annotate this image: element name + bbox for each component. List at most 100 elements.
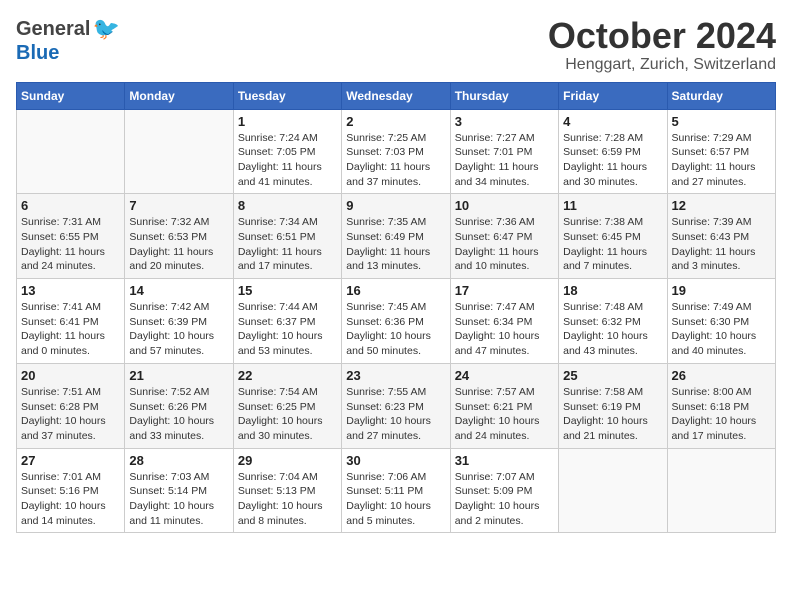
calendar-cell: 9 Sunrise: 7:35 AM Sunset: 6:49 PM Daylig… — [342, 194, 450, 279]
location: Henggart, Zurich, Switzerland — [548, 56, 776, 74]
day-info: Sunrise: 7:35 AM Sunset: 6:49 PM Dayligh… — [346, 215, 445, 274]
day-info: Sunrise: 7:04 AM Sunset: 5:13 PM Dayligh… — [238, 470, 337, 529]
calendar-cell: 15 Sunrise: 7:44 AM Sunset: 6:37 PM Dayli… — [233, 279, 341, 364]
day-info: Sunrise: 7:03 AM Sunset: 5:14 PM Dayligh… — [129, 470, 228, 529]
weekday-header-wednesday: Wednesday — [342, 82, 450, 109]
calendar-cell: 10 Sunrise: 7:36 AM Sunset: 6:47 PM Dayli… — [450, 194, 558, 279]
day-info: Sunrise: 7:27 AM Sunset: 7:01 PM Dayligh… — [455, 131, 554, 190]
calendar-cell: 19 Sunrise: 7:49 AM Sunset: 6:30 PM Dayli… — [667, 279, 775, 364]
day-number: 31 — [455, 453, 554, 468]
logo-bird-icon: 🐦 — [92, 16, 119, 42]
weekday-header-sunday: Sunday — [17, 82, 125, 109]
calendar-cell: 26 Sunrise: 8:00 AM Sunset: 6:18 PM Dayli… — [667, 363, 775, 448]
calendar-cell: 28Sunrise: 7:03 AM Sunset: 5:14 PM Dayli… — [125, 448, 233, 533]
day-number: 7 — [129, 198, 228, 213]
day-info: Sunrise: 7:45 AM Sunset: 6:36 PM Dayligh… — [346, 300, 445, 359]
day-info: Sunrise: 8:00 AM Sunset: 6:18 PM Dayligh… — [672, 385, 771, 444]
day-number: 18 — [563, 283, 662, 298]
calendar-cell: 17Sunrise: 7:47 AM Sunset: 6:34 PM Dayli… — [450, 279, 558, 364]
day-number: 12 — [672, 198, 771, 213]
day-number: 17 — [455, 283, 554, 298]
week-row-2: 6Sunrise: 7:31 AM Sunset: 6:55 PM Daylig… — [17, 194, 776, 279]
day-number: 30 — [346, 453, 445, 468]
calendar-cell: 1 Sunrise: 7:24 AM Sunset: 7:05 PM Daylig… — [233, 109, 341, 194]
calendar-cell — [559, 448, 667, 533]
title-block: October 2024 Henggart, Zurich, Switzerla… — [548, 16, 776, 74]
calendar-cell: 24Sunrise: 7:57 AM Sunset: 6:21 PM Dayli… — [450, 363, 558, 448]
week-row-1: 1 Sunrise: 7:24 AM Sunset: 7:05 PM Daylig… — [17, 109, 776, 194]
weekday-header-tuesday: Tuesday — [233, 82, 341, 109]
day-info: Sunrise: 7:49 AM Sunset: 6:30 PM Dayligh… — [672, 300, 771, 359]
calendar-table: SundayMondayTuesdayWednesdayThursdayFrid… — [16, 82, 776, 534]
day-info: Sunrise: 7:58 AM Sunset: 6:19 PM Dayligh… — [563, 385, 662, 444]
day-info: Sunrise: 7:42 AM Sunset: 6:39 PM Dayligh… — [129, 300, 228, 359]
day-number: 27 — [21, 453, 120, 468]
calendar-cell: 31 Sunrise: 7:07 AM Sunset: 5:09 PM Dayli… — [450, 448, 558, 533]
day-info: Sunrise: 7:25 AM Sunset: 7:03 PM Dayligh… — [346, 131, 445, 190]
calendar-cell: 12Sunrise: 7:39 AM Sunset: 6:43 PM Dayli… — [667, 194, 775, 279]
day-info: Sunrise: 7:24 AM Sunset: 7:05 PM Dayligh… — [238, 131, 337, 190]
calendar-cell: 2 Sunrise: 7:25 AM Sunset: 7:03 PM Daylig… — [342, 109, 450, 194]
calendar-cell: 23 Sunrise: 7:55 AM Sunset: 6:23 PM Dayli… — [342, 363, 450, 448]
logo-blue: Blue — [16, 42, 59, 65]
day-info: Sunrise: 7:48 AM Sunset: 6:32 PM Dayligh… — [563, 300, 662, 359]
calendar-cell: 13 Sunrise: 7:41 AM Sunset: 6:41 PM Dayli… — [17, 279, 125, 364]
day-number: 29 — [238, 453, 337, 468]
day-info: Sunrise: 7:38 AM Sunset: 6:45 PM Dayligh… — [563, 215, 662, 274]
day-info: Sunrise: 7:36 AM Sunset: 6:47 PM Dayligh… — [455, 215, 554, 274]
day-info: Sunrise: 7:32 AM Sunset: 6:53 PM Dayligh… — [129, 215, 228, 274]
weekday-header-saturday: Saturday — [667, 82, 775, 109]
weekday-header-monday: Monday — [125, 82, 233, 109]
calendar-cell — [17, 109, 125, 194]
calendar-cell: 14Sunrise: 7:42 AM Sunset: 6:39 PM Dayli… — [125, 279, 233, 364]
calendar-cell — [125, 109, 233, 194]
calendar-cell: 16 Sunrise: 7:45 AM Sunset: 6:36 PM Dayli… — [342, 279, 450, 364]
day-number: 20 — [21, 368, 120, 383]
day-number: 26 — [672, 368, 771, 383]
day-number: 16 — [346, 283, 445, 298]
logo: General 🐦 Blue — [16, 16, 120, 65]
day-info: Sunrise: 7:54 AM Sunset: 6:25 PM Dayligh… — [238, 385, 337, 444]
day-number: 4 — [563, 114, 662, 129]
day-info: Sunrise: 7:52 AM Sunset: 6:26 PM Dayligh… — [129, 385, 228, 444]
day-info: Sunrise: 7:29 AM Sunset: 6:57 PM Dayligh… — [672, 131, 771, 190]
day-number: 19 — [672, 283, 771, 298]
day-number: 15 — [238, 283, 337, 298]
weekday-header-row: SundayMondayTuesdayWednesdayThursdayFrid… — [17, 82, 776, 109]
calendar-cell: 20 Sunrise: 7:51 AM Sunset: 6:28 PM Dayli… — [17, 363, 125, 448]
calendar-cell: 5 Sunrise: 7:29 AM Sunset: 6:57 PM Daylig… — [667, 109, 775, 194]
day-info: Sunrise: 7:34 AM Sunset: 6:51 PM Dayligh… — [238, 215, 337, 274]
day-info: Sunrise: 7:51 AM Sunset: 6:28 PM Dayligh… — [21, 385, 120, 444]
calendar-cell: 21 Sunrise: 7:52 AM Sunset: 6:26 PM Dayli… — [125, 363, 233, 448]
day-info: Sunrise: 7:55 AM Sunset: 6:23 PM Dayligh… — [346, 385, 445, 444]
calendar-cell — [667, 448, 775, 533]
day-number: 5 — [672, 114, 771, 129]
week-row-5: 27 Sunrise: 7:01 AM Sunset: 5:16 PM Dayli… — [17, 448, 776, 533]
calendar-cell: 22Sunrise: 7:54 AM Sunset: 6:25 PM Dayli… — [233, 363, 341, 448]
day-number: 3 — [455, 114, 554, 129]
week-row-3: 13 Sunrise: 7:41 AM Sunset: 6:41 PM Dayli… — [17, 279, 776, 364]
day-number: 2 — [346, 114, 445, 129]
day-number: 13 — [21, 283, 120, 298]
day-number: 11 — [563, 198, 662, 213]
day-number: 24 — [455, 368, 554, 383]
day-info: Sunrise: 7:44 AM Sunset: 6:37 PM Dayligh… — [238, 300, 337, 359]
day-number: 1 — [238, 114, 337, 129]
calendar-cell: 18 Sunrise: 7:48 AM Sunset: 6:32 PM Dayli… — [559, 279, 667, 364]
day-info: Sunrise: 7:01 AM Sunset: 5:16 PM Dayligh… — [21, 470, 120, 529]
day-info: Sunrise: 7:41 AM Sunset: 6:41 PM Dayligh… — [21, 300, 120, 359]
day-number: 8 — [238, 198, 337, 213]
calendar-cell: 29 Sunrise: 7:04 AM Sunset: 5:13 PM Dayli… — [233, 448, 341, 533]
day-number: 10 — [455, 198, 554, 213]
day-number: 23 — [346, 368, 445, 383]
calendar-cell: 25Sunrise: 7:58 AM Sunset: 6:19 PM Dayli… — [559, 363, 667, 448]
calendar-cell: 27 Sunrise: 7:01 AM Sunset: 5:16 PM Dayli… — [17, 448, 125, 533]
weekday-header-thursday: Thursday — [450, 82, 558, 109]
day-info: Sunrise: 7:31 AM Sunset: 6:55 PM Dayligh… — [21, 215, 120, 274]
day-info: Sunrise: 7:07 AM Sunset: 5:09 PM Dayligh… — [455, 470, 554, 529]
weekday-header-friday: Friday — [559, 82, 667, 109]
calendar-cell: 3 Sunrise: 7:27 AM Sunset: 7:01 PM Daylig… — [450, 109, 558, 194]
day-number: 21 — [129, 368, 228, 383]
day-number: 9 — [346, 198, 445, 213]
calendar-cell: 11 Sunrise: 7:38 AM Sunset: 6:45 PM Dayli… — [559, 194, 667, 279]
